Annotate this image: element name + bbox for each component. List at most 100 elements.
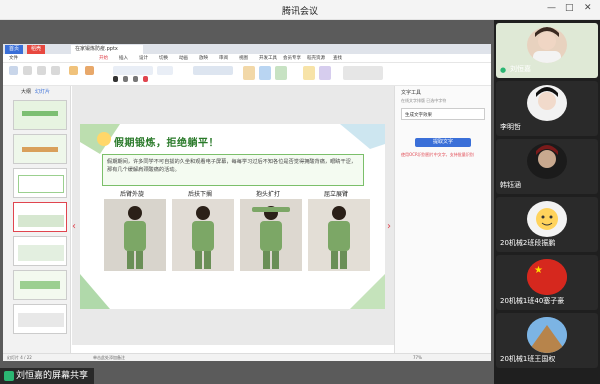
slide-body-text: 假期期间，许多同学不可自拔的久坐和观看电子屏幕，每每学习过后不知各位是否觉得拥酸…: [102, 154, 364, 186]
caption-3: 抱头扩打: [256, 191, 281, 198]
exercise-photo-1: [104, 199, 166, 271]
prev-slide-icon[interactable]: ‹: [72, 221, 76, 232]
paste-icon[interactable]: [9, 66, 18, 75]
slide-title: 假期锻炼，拒绝躺平！: [114, 138, 219, 149]
slide-thumbnail[interactable]: [13, 304, 67, 334]
picture-icon[interactable]: [303, 66, 315, 80]
slide-counter: 幻灯片 4 / 22: [7, 355, 32, 360]
task-pane-note: 使用OCR识别图片中文字，支持批量识别: [401, 152, 474, 157]
screen-share-icon: [4, 370, 14, 381]
task-pane: 文字工具 在线文字排版 已选中字符 生成文字效果 提取文字 使用OCR识别图片中…: [394, 86, 491, 353]
caption-1: 后臂外旋: [120, 191, 145, 198]
svg-text:★: ★: [534, 265, 543, 276]
screen-share-label: 刘恒嘉的屏幕共享: [16, 371, 89, 381]
menu-member[interactable]: 会员专享: [283, 55, 301, 61]
participant-avatar: [527, 85, 567, 121]
task-pane-line: 在线文字排版 已选中字符: [401, 98, 447, 103]
italic-icon[interactable]: [123, 76, 128, 82]
menu-animation[interactable]: 动画: [179, 55, 188, 61]
slide-thumbnail[interactable]: [13, 270, 67, 300]
font-size-select[interactable]: [157, 66, 173, 75]
participant-tile[interactable]: 李明哲: [496, 81, 598, 136]
exercise-photo-3: [240, 199, 302, 271]
textbox-icon[interactable]: [243, 66, 255, 80]
screen-share-area: 首页 稻壳 在家锻炼防疫.pptx 文件 开始 插入 设计 切换 动画 放映 审…: [0, 20, 494, 384]
copy-icon[interactable]: [37, 66, 46, 75]
format-painter-icon[interactable]: [51, 66, 60, 75]
participant-panel: 刘恒嘉 ● 李明哲 韩钰涵 20机械2班段振鹏 ★ 20机械1班40塞子豪 20…: [494, 20, 600, 384]
window-title: 腾讯会议: [281, 7, 318, 17]
participant-tile[interactable]: 刘恒嘉 ●: [496, 23, 598, 78]
layout-icon[interactable]: [85, 66, 94, 75]
participant-name: 20机械1班40塞子豪: [500, 297, 565, 305]
wps-window: 首页 稻壳 在家锻炼防疫.pptx 文件 开始 插入 设计 切换 动画 放映 审…: [3, 44, 491, 361]
menu-developer[interactable]: 开发工具: [259, 55, 277, 61]
minimize-button[interactable]: —: [547, 3, 556, 13]
slide-thumbnail[interactable]: [13, 168, 67, 198]
tab-daoke[interactable]: 稻壳: [27, 45, 46, 54]
bold-icon[interactable]: [113, 76, 118, 82]
tab-document[interactable]: 在家锻炼防疫.pptx: [71, 45, 143, 54]
participant-tile[interactable]: 20机械2班段振鹏: [496, 197, 598, 252]
participant-avatar: [527, 143, 567, 179]
participant-avatar: ★: [527, 259, 567, 295]
cut-icon[interactable]: [23, 66, 32, 75]
menu-insert[interactable]: 插入: [119, 55, 128, 61]
close-button[interactable]: ✕: [584, 3, 592, 13]
slide-thumbnail-active[interactable]: [13, 202, 67, 232]
task-pane-input[interactable]: 生成文字效果: [401, 108, 485, 120]
participant-tile[interactable]: ★ 20机械1班40塞子豪: [496, 255, 598, 310]
slide-thumbnail-pane: 大纲 幻灯片: [3, 86, 71, 353]
shape-icon[interactable]: [259, 66, 271, 80]
participant-name: 韩钰涵: [500, 181, 521, 189]
menu-view[interactable]: 视图: [239, 55, 248, 61]
menu-file[interactable]: 文件: [9, 55, 18, 61]
outline-tab[interactable]: 大纲: [21, 88, 31, 95]
menu-slideshow[interactable]: 放映: [199, 55, 208, 61]
font-select[interactable]: [113, 66, 153, 75]
new-slide-icon[interactable]: [69, 66, 78, 75]
slide-thumbnail[interactable]: [13, 134, 67, 164]
slideshow-group[interactable]: [343, 66, 383, 80]
wps-tab-bar: 首页 稻壳 在家锻炼防疫.pptx: [3, 44, 491, 54]
extract-text-button[interactable]: 提取文字: [415, 138, 471, 147]
menu-home[interactable]: 开始: [99, 55, 108, 61]
window-titlebar: 腾讯会议 — □ ✕: [0, 0, 600, 20]
participant-avatar: [527, 201, 567, 237]
tab-home[interactable]: 首页: [5, 45, 24, 54]
find-replace-icon[interactable]: [319, 66, 331, 80]
zoom-level[interactable]: 77%: [413, 355, 422, 360]
task-pane-heading: 文字工具: [401, 90, 422, 96]
menu-daoke-resources[interactable]: 稻壳资源: [307, 55, 325, 61]
slide-canvas: ‹ › 假期锻炼，拒绝躺平！ 假期期间，许多同学不可自拔的久坐和观看电子屏幕，每…: [72, 86, 394, 345]
notes-placeholder[interactable]: 单击此处添加备注: [93, 355, 125, 361]
exercise-photo-4: [308, 199, 370, 271]
font-color-icon[interactable]: [143, 76, 148, 82]
screen-share-banner: 刘恒嘉的屏幕共享: [0, 368, 95, 384]
next-slide-icon[interactable]: ›: [387, 221, 391, 232]
menu-transition[interactable]: 切换: [159, 55, 168, 61]
participant-name: 20机械2班段振鹏: [500, 239, 556, 247]
arrange-icon[interactable]: [275, 66, 287, 80]
participant-name: 李明哲: [500, 123, 521, 131]
menu-review[interactable]: 审阅: [219, 55, 228, 61]
slide-thumbnail[interactable]: [13, 236, 67, 266]
slides-tab[interactable]: 幻灯片: [35, 88, 50, 95]
participant-avatar: [527, 317, 567, 353]
current-slide[interactable]: 假期锻炼，拒绝躺平！ 假期期间，许多同学不可自拔的久坐和观看电子屏幕，每每学习过…: [80, 124, 385, 309]
participant-avatar: [527, 27, 567, 63]
caption-2: 后扶下搁: [188, 191, 213, 198]
ribbon-menu: 文件 开始 插入 设计 切换 动画 放映 审阅 视图 开发工具 会员专享 稻壳资…: [3, 54, 491, 63]
exercise-photo-2: [172, 199, 234, 271]
paragraph-group[interactable]: [193, 66, 233, 75]
underline-icon[interactable]: [133, 76, 138, 82]
participant-tile[interactable]: 韩钰涵: [496, 139, 598, 194]
menu-search[interactable]: 查找: [333, 55, 342, 61]
participant-tile[interactable]: 20机械1班王国权: [496, 313, 598, 368]
maximize-button[interactable]: □: [565, 3, 574, 13]
menu-design[interactable]: 设计: [139, 55, 148, 61]
slide-thumbnail[interactable]: [13, 100, 67, 130]
participant-name: 刘恒嘉: [510, 65, 531, 73]
ribbon-toolbar: [3, 63, 491, 86]
participant-name: 20机械1班王国权: [500, 355, 556, 363]
